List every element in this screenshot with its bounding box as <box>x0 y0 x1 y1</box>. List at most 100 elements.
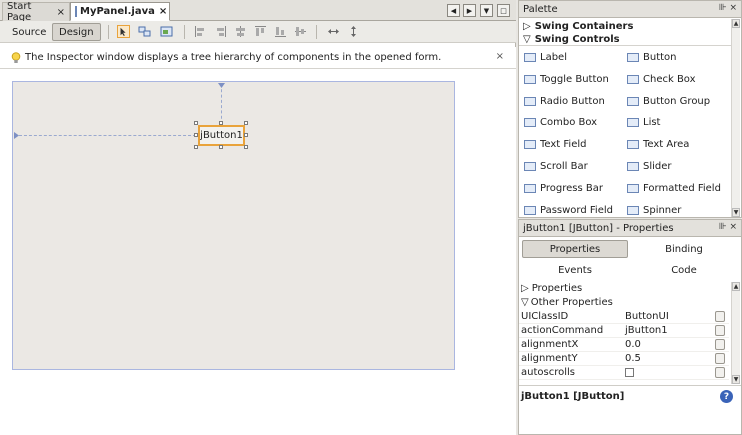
palette-item-spinner[interactable]: Spinner <box>627 203 681 217</box>
palette-item-slider[interactable]: Slider <box>627 159 672 173</box>
scroll-tabs-left-icon[interactable]: ◀ <box>447 4 460 17</box>
autoscrolls-checkbox[interactable] <box>625 368 634 377</box>
expanded-arrow-icon: ▽ <box>521 297 529 308</box>
tab-code[interactable]: Code <box>631 261 737 279</box>
property-value[interactable]: 0.5 <box>625 353 641 364</box>
palette-item-button-group[interactable]: Button Group <box>627 94 710 108</box>
scroll-tabs-right-icon[interactable]: ▶ <box>463 4 476 17</box>
scroll-up-icon[interactable]: ▲ <box>732 282 740 291</box>
tab-properties[interactable]: Properties <box>522 240 628 258</box>
palette-item-text-area[interactable]: Text Area <box>627 137 689 151</box>
resize-handle[interactable] <box>244 145 248 149</box>
center-horizontally-icon[interactable] <box>234 25 247 38</box>
help-icon[interactable]: ? <box>720 390 733 403</box>
palette-item-button[interactable]: Button <box>627 50 677 64</box>
collapsed-arrow-icon: ▷ <box>523 21 531 32</box>
property-editor-button[interactable] <box>715 367 725 378</box>
info-message: The Inspector window displays a tree hie… <box>25 52 442 63</box>
property-editor-button[interactable] <box>715 325 725 336</box>
palette-scrollbar[interactable]: ▲ ▼ <box>731 19 740 217</box>
expanded-arrow-icon: ▽ <box>523 33 531 45</box>
resize-handle[interactable] <box>194 121 198 125</box>
property-name: alignmentX <box>521 339 579 350</box>
form-editor: Start Page × MyPanel.java × ◀ ▶ ▼ □ Sour… <box>0 0 516 435</box>
palette-item-text: Label <box>540 51 567 63</box>
section-other-properties[interactable]: ▽ Other Properties <box>521 296 613 309</box>
selection-mode-icon[interactable] <box>117 25 130 38</box>
palette-item-list[interactable]: List <box>627 115 660 129</box>
category-swing-controls[interactable]: ▽ Swing Controls <box>519 33 731 46</box>
align-right-icon[interactable] <box>214 25 227 38</box>
property-name: alignmentY <box>521 353 578 364</box>
restore-window-icon[interactable]: □ <box>497 4 510 17</box>
resize-handle[interactable] <box>194 145 198 149</box>
jbutton1-component[interactable]: jButton1 <box>198 125 245 146</box>
text-field-icon <box>524 139 536 149</box>
palette-item-toggle-button[interactable]: Toggle Button <box>524 72 609 86</box>
connection-mode-icon[interactable] <box>138 25 151 38</box>
tab-mypanel-java[interactable]: MyPanel.java × <box>70 2 170 21</box>
property-value[interactable]: ButtonUI <box>625 311 669 322</box>
change-vertical-resizability-icon[interactable] <box>347 25 360 38</box>
toolbar-separator <box>184 25 185 39</box>
preview-design-icon[interactable] <box>160 25 173 38</box>
resize-handle[interactable] <box>219 145 223 149</box>
palette-item-combo-box[interactable]: Combo Box <box>524 115 597 129</box>
scroll-down-icon[interactable]: ▼ <box>732 375 740 384</box>
resize-handle[interactable] <box>219 121 223 125</box>
palette-item-check-box[interactable]: Check Box <box>627 72 696 86</box>
button-group-icon <box>627 96 639 106</box>
tab-binding[interactable]: Binding <box>631 240 737 258</box>
source-button[interactable]: Source <box>6 23 52 41</box>
close-icon[interactable]: × <box>496 51 504 62</box>
property-row[interactable]: alignmentY 0.5 <box>519 352 729 366</box>
palette-item-text: Toggle Button <box>540 73 609 85</box>
palette-item-scroll-bar[interactable]: Scroll Bar <box>524 159 588 173</box>
anchor-arrow-icon <box>218 83 225 88</box>
palette-item-radio-button[interactable]: Radio Button <box>524 94 605 108</box>
show-documents-icon[interactable]: ▼ <box>480 4 493 17</box>
tab-events[interactable]: Events <box>522 261 628 279</box>
palette-item-password-field[interactable]: Password Field <box>524 203 613 217</box>
resize-handle[interactable] <box>244 121 248 125</box>
palette-item-text: Password Field <box>540 204 613 216</box>
property-row[interactable]: autoscrolls <box>519 366 729 380</box>
design-button[interactable]: Design <box>52 23 101 41</box>
palette-item-text: Button Group <box>643 95 711 107</box>
button-icon <box>627 52 639 62</box>
tab-start-page[interactable]: Start Page × <box>2 1 70 23</box>
palette-item-text-field[interactable]: Text Field <box>524 137 586 151</box>
property-value[interactable]: jButton1 <box>625 325 668 336</box>
property-value[interactable]: 0.0 <box>625 339 641 350</box>
section-properties[interactable]: ▷ Properties <box>521 282 582 295</box>
scroll-down-icon[interactable]: ▼ <box>732 208 740 217</box>
property-editor-button[interactable] <box>715 311 725 322</box>
property-editor-button[interactable] <box>715 353 725 364</box>
window-controls-icon[interactable]: ⊪ × <box>719 222 737 232</box>
property-row[interactable]: UIClassID ButtonUI <box>519 310 729 324</box>
collapsed-arrow-icon: ▷ <box>521 283 529 294</box>
close-icon[interactable]: × <box>159 6 167 17</box>
palette-item-progress-bar[interactable]: Progress Bar <box>524 181 603 195</box>
properties-title-bar: jButton1 [JButton] - Properties ⊪ × <box>519 220 741 237</box>
property-row[interactable]: alignmentX 0.0 <box>519 338 729 352</box>
align-top-icon[interactable] <box>254 25 267 38</box>
properties-scrollbar[interactable]: ▲ ▼ <box>731 282 740 384</box>
property-editor-button[interactable] <box>715 339 725 350</box>
align-left-icon[interactable] <box>194 25 207 38</box>
close-icon[interactable]: × <box>57 7 65 18</box>
palette-item-text: Check Box <box>643 73 696 85</box>
palette-item-text: Progress Bar <box>540 182 603 194</box>
scroll-up-icon[interactable]: ▲ <box>732 19 740 28</box>
palette-item-formatted-field[interactable]: Formatted Field <box>627 181 721 195</box>
change-horizontal-resizability-icon[interactable] <box>327 25 340 38</box>
resize-handle[interactable] <box>244 133 248 137</box>
window-controls-icon[interactable]: ⊪ × <box>719 3 737 13</box>
center-vertically-icon[interactable] <box>294 25 307 38</box>
palette-item-label[interactable]: Label <box>524 50 567 64</box>
resize-handle[interactable] <box>194 133 198 137</box>
align-bottom-icon[interactable] <box>274 25 287 38</box>
progress-bar-icon <box>524 183 536 193</box>
property-row[interactable]: actionCommand jButton1 <box>519 324 729 338</box>
category-swing-containers[interactable]: ▷ Swing Containers <box>519 20 731 33</box>
